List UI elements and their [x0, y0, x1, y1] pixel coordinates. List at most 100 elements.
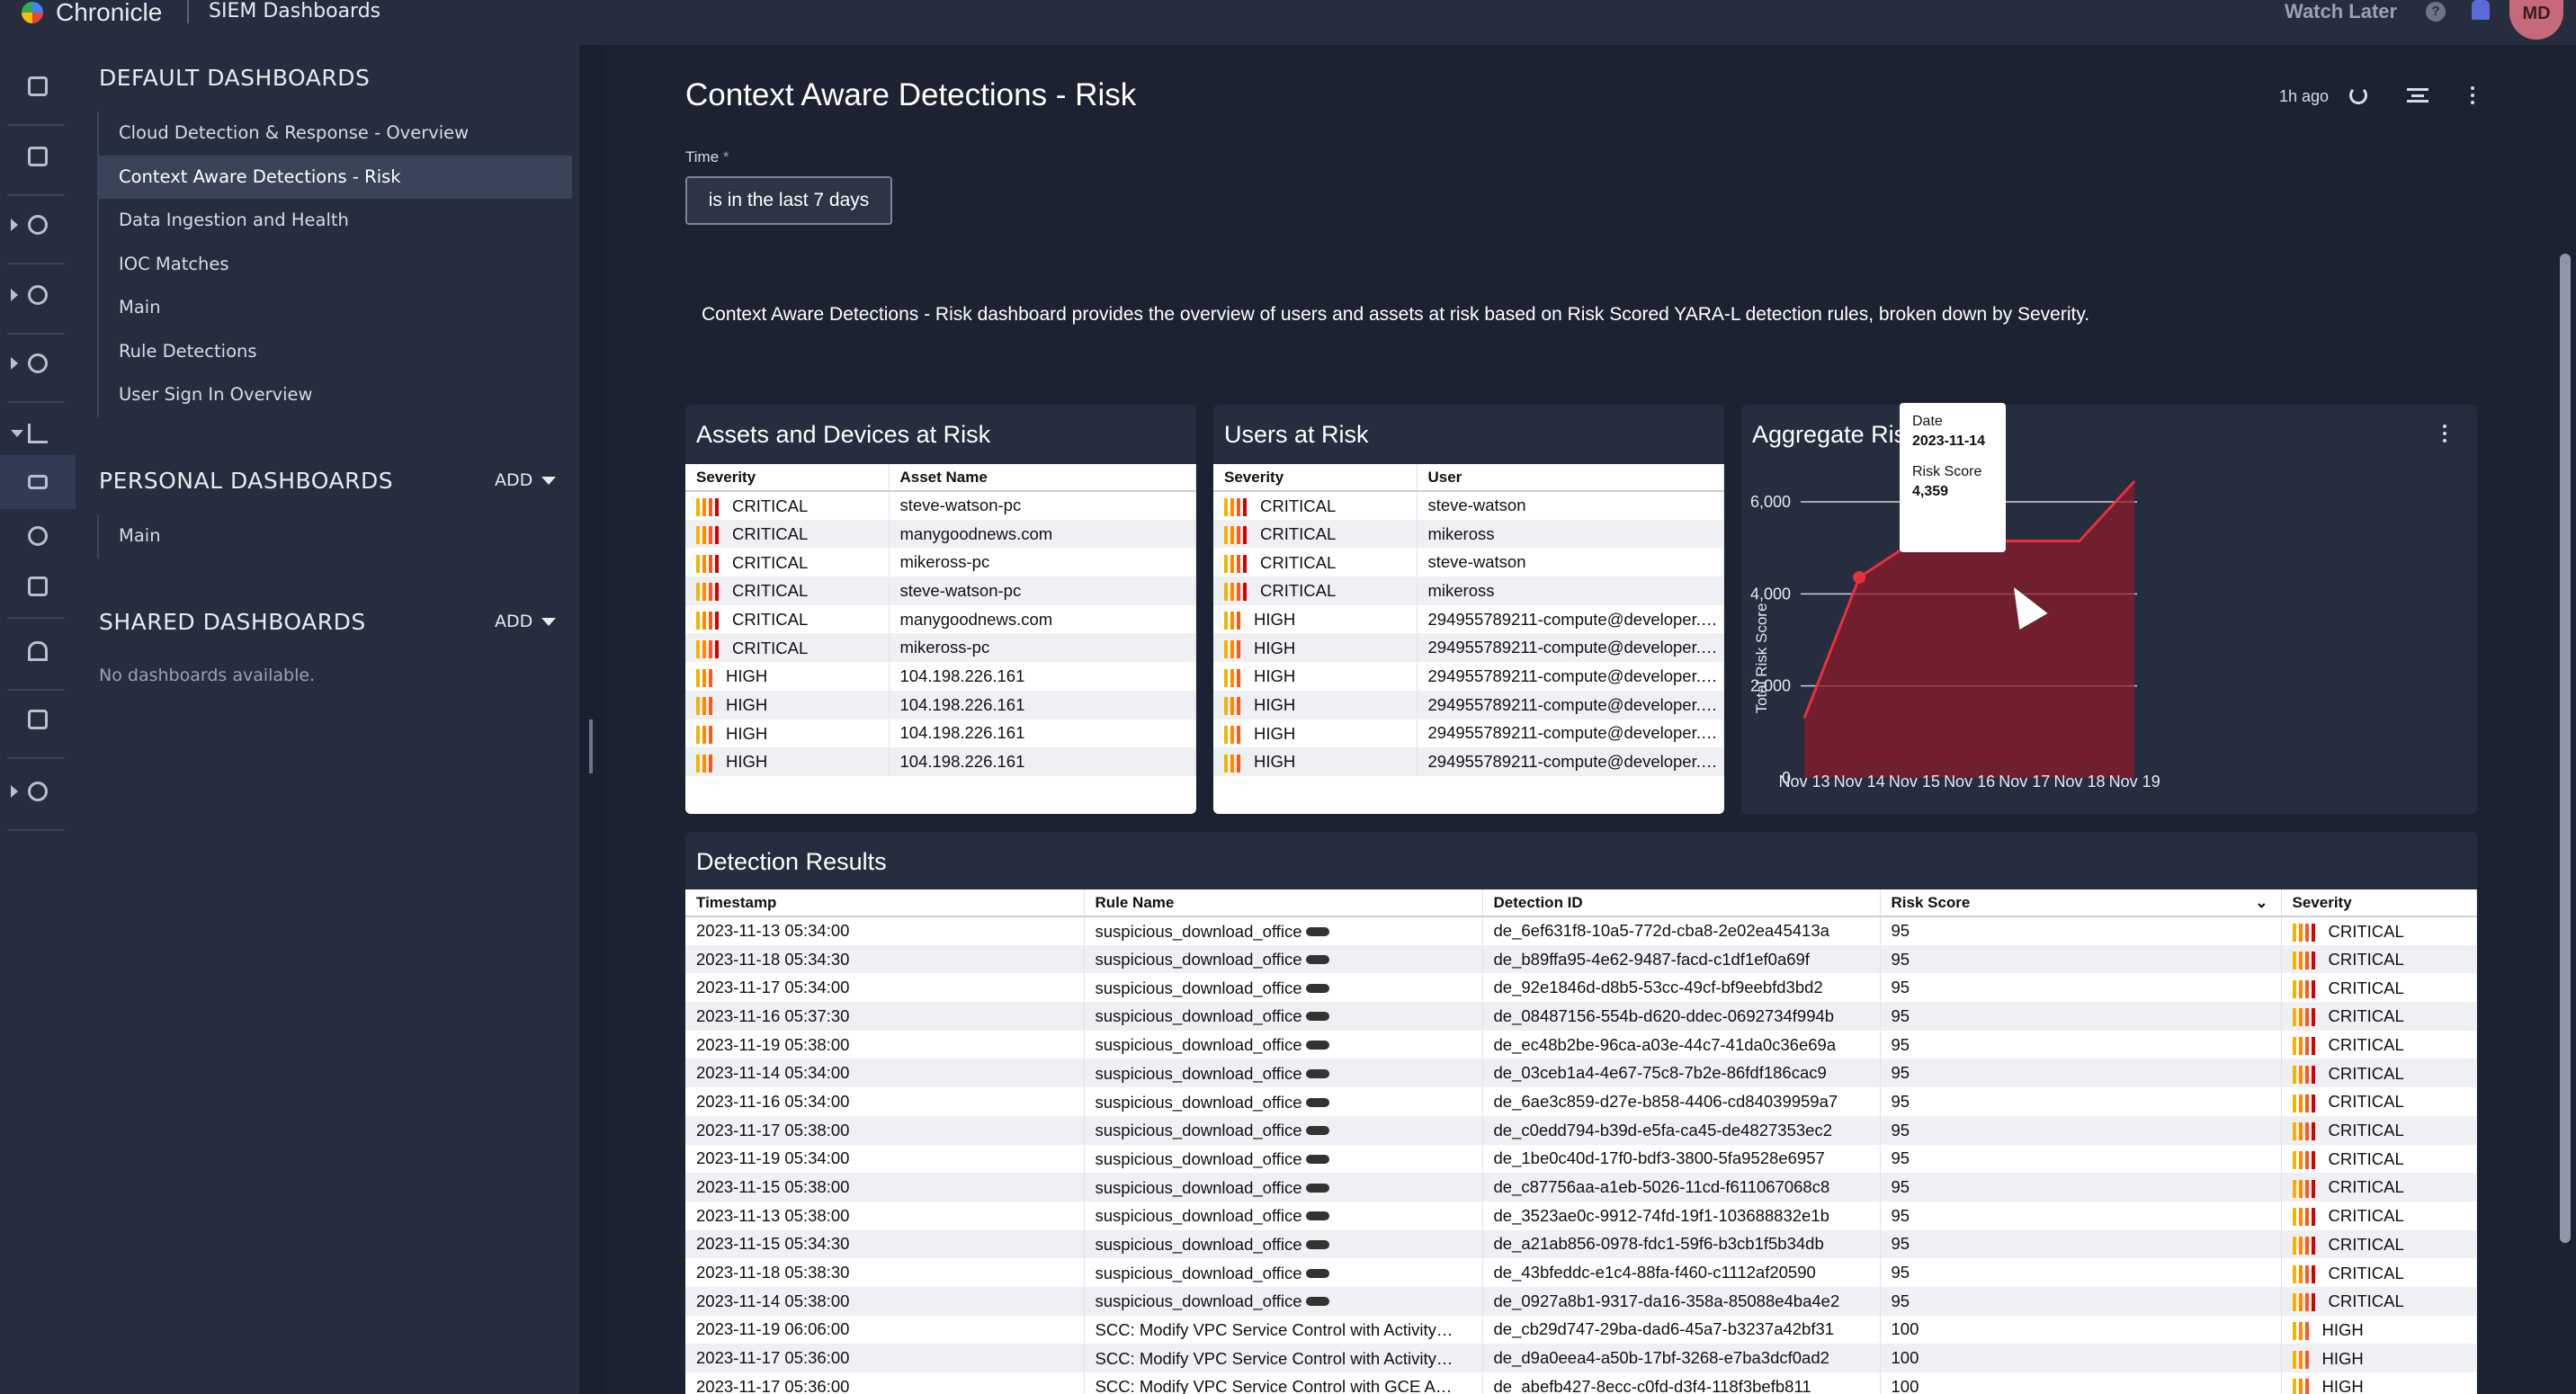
column-header-user[interactable]: User [1417, 464, 1724, 492]
table-row[interactable]: 2023-11-19 05:34:00 suspicious_download_o… [685, 1144, 2477, 1174]
rule-name-cell[interactable]: suspicious_download_office [1084, 1059, 1483, 1088]
table-row[interactable]: CRITICAL steve-watson-pc [685, 576, 1196, 605]
table-row[interactable]: 2023-11-16 05:37:30 suspicious_download_o… [685, 1002, 2477, 1031]
nav-item[interactable]: Data Ingestion and Health [99, 199, 572, 243]
table-row[interactable]: 2023-11-17 05:34:00 suspicious_download_o… [685, 973, 2477, 1003]
rule-name-cell[interactable]: suspicious_download_office [1084, 1258, 1483, 1287]
rule-name-cell[interactable]: suspicious_download_office [1084, 1229, 1483, 1259]
table-row[interactable]: 2023-11-18 05:34:30 suspicious_download_o… [685, 944, 2477, 974]
time-filter-chip[interactable]: is in the last 7 days [685, 176, 892, 225]
table-row[interactable]: CRITICAL manygoodnews.com [685, 604, 1196, 634]
nav-item-active[interactable]: Context Aware Detections - Risk [99, 155, 572, 199]
column-header-severity[interactable]: Severity [2281, 889, 2477, 917]
table-row[interactable]: CRITICAL mikeross [1213, 576, 1724, 605]
rule-name-cell[interactable]: SCC: Modify VPC Service Control with GCE… [1084, 1372, 1483, 1394]
column-header-severity[interactable]: Severity [1213, 464, 1418, 492]
table-row[interactable]: CRITICAL mikeross-pc [685, 548, 1196, 577]
rule-name-cell[interactable]: suspicious_download_office [1084, 1173, 1483, 1202]
shared-add-button[interactable]: ADD [495, 612, 556, 631]
nav-item[interactable]: IOC Matches [99, 243, 572, 287]
rule-name-cell[interactable]: SCC: Modify VPC Service Control with Act… [1084, 1344, 1483, 1372]
help-icon[interactable]: ? [2426, 2, 2446, 22]
table-row[interactable]: HIGH 104.198.226.161 [685, 747, 1196, 776]
rail-cases[interactable] [0, 130, 76, 183]
table-row[interactable]: HIGH 294955789211-compute@developer.gserv… [1213, 662, 1724, 691]
column-header-timestamp[interactable]: Timestamp [685, 889, 1085, 917]
table-row[interactable]: CRITICAL steve-watson [1213, 548, 1724, 577]
table-row[interactable]: CRITICAL manygoodnews.com [685, 519, 1196, 549]
rule-name-cell[interactable]: suspicious_download_office [1084, 1286, 1483, 1316]
page-scrollbar[interactable] [2560, 254, 2571, 1243]
rule-name-cell[interactable]: suspicious_download_office [1084, 973, 1483, 1003]
rail-settings[interactable] [0, 764, 76, 818]
table-row[interactable]: 2023-11-17 05:36:00 SCC: Modify VPC Servi… [685, 1344, 2477, 1372]
nav-item[interactable]: User Sign In Overview [99, 373, 572, 417]
nav-item[interactable]: Rule Detections [99, 330, 572, 374]
rail-siem-dashboards[interactable] [0, 455, 76, 509]
nav-item[interactable]: Cloud Detection & Response - Overview [99, 112, 572, 156]
table-row[interactable]: 2023-11-15 05:38:00 suspicious_download_o… [685, 1173, 2477, 1202]
table-row[interactable]: HIGH 104.198.226.161 [685, 719, 1196, 748]
rail-alerts[interactable] [0, 624, 76, 678]
table-row[interactable]: HIGH 104.198.226.161 [685, 662, 1196, 691]
refresh-icon[interactable] [2349, 86, 2367, 104]
rail-investigation[interactable] [0, 268, 76, 322]
table-row[interactable]: HIGH 294955789211-compute@developer.gserv… [1213, 604, 1724, 634]
rule-name-cell[interactable]: suspicious_download_office [1084, 1201, 1483, 1230]
table-row[interactable]: 2023-11-19 05:38:00 suspicious_download_o… [685, 1030, 2477, 1059]
rule-name-cell[interactable]: suspicious_download_office [1084, 916, 1483, 945]
column-header-risk-score[interactable]: Risk Score ⌄ [1880, 889, 2282, 917]
table-row[interactable]: HIGH 294955789211-compute@developer.gserv… [1213, 690, 1724, 719]
table-row[interactable]: 2023-11-13 05:38:00 suspicious_download_o… [685, 1201, 2477, 1230]
avatar[interactable]: MD [2509, 0, 2563, 40]
sort-chevron-down-icon[interactable]: ⌄ [2255, 894, 2267, 912]
rail-response[interactable] [0, 336, 76, 390]
table-row[interactable]: CRITICAL steve-watson-pc [685, 491, 1196, 520]
table-row[interactable]: 2023-11-17 05:36:00 SCC: Modify VPC Servi… [685, 1372, 2477, 1394]
rule-name-cell[interactable]: suspicious_download_office [1084, 1087, 1483, 1116]
rail-detection[interactable] [0, 198, 76, 252]
column-header-detection-id[interactable]: Detection ID [1482, 889, 1881, 917]
rule-name-cell[interactable]: suspicious_download_office [1084, 1144, 1483, 1174]
personal-add-button[interactable]: ADD [495, 470, 556, 490]
rule-name-cell[interactable]: suspicious_download_office [1084, 944, 1483, 974]
column-header-severity[interactable]: Severity [685, 464, 890, 492]
table-row[interactable]: 2023-11-19 06:06:00 SCC: Modify VPC Servi… [685, 1315, 2477, 1345]
severity-label: CRITICAL [1260, 524, 1337, 544]
table-row[interactable]: 2023-11-14 05:34:00 suspicious_download_o… [685, 1059, 2477, 1088]
table-row[interactable]: CRITICAL mikeross-pc [685, 633, 1196, 663]
table-row[interactable]: HIGH 294955789211-compute@developer.gserv… [1213, 747, 1724, 776]
table-row[interactable]: CRITICAL mikeross [1213, 519, 1724, 549]
table-row[interactable]: 2023-11-14 05:38:00 suspicious_download_o… [685, 1286, 2477, 1316]
rail-reports[interactable] [0, 559, 76, 613]
table-row[interactable]: CRITICAL steve-watson [1213, 491, 1724, 520]
rule-name-cell[interactable]: suspicious_download_office [1084, 1030, 1483, 1059]
table-row[interactable]: 2023-11-17 05:38:00 suspicious_download_o… [685, 1115, 2477, 1145]
nav-item[interactable]: Main [99, 514, 572, 558]
column-header-asset[interactable]: Asset Name [889, 464, 1196, 492]
table-row[interactable]: HIGH 294955789211-compute@developer.gserv… [1213, 719, 1724, 748]
chronicle-logo[interactable]: Chronicle [22, 0, 162, 26]
filter-icon[interactable] [2407, 88, 2428, 103]
table-row[interactable]: HIGH 294955789211-compute@developer.gserv… [1213, 633, 1724, 663]
resize-handle[interactable] [589, 719, 593, 773]
table-row[interactable]: 2023-11-18 05:38:30 suspicious_download_o… [685, 1258, 2477, 1287]
rail-folder[interactable] [0, 59, 76, 113]
notifications-icon[interactable] [2472, 0, 2490, 20]
rule-name-cell[interactable]: suspicious_download_office [1084, 1115, 1483, 1145]
rail-dashboards[interactable] [0, 407, 76, 460]
table-row[interactable]: 2023-11-16 05:34:00 suspicious_download_o… [685, 1087, 2477, 1116]
rail-marketplace[interactable] [0, 693, 76, 746]
nav-item[interactable]: Main [99, 286, 572, 330]
table-row[interactable]: 2023-11-15 05:34:30 suspicious_download_o… [685, 1229, 2477, 1259]
more-options-icon[interactable] [2471, 86, 2474, 90]
rule-name-cell[interactable]: SCC: Modify VPC Service Control with Act… [1084, 1315, 1483, 1345]
table-row[interactable]: HIGH 104.198.226.161 [685, 690, 1196, 719]
rail-gauge[interactable] [0, 509, 76, 563]
value-cell: mikeross-pc [889, 633, 1196, 663]
highlighted-point[interactable] [1853, 570, 1866, 584]
table-row[interactable]: 2023-11-13 05:34:00 suspicious_download_o… [685, 916, 2477, 945]
rule-name-cell[interactable]: suspicious_download_office [1084, 1002, 1483, 1031]
column-header-rule-name[interactable]: Rule Name [1084, 889, 1483, 917]
watch-later-text[interactable]: Watch Later [2285, 0, 2397, 23]
